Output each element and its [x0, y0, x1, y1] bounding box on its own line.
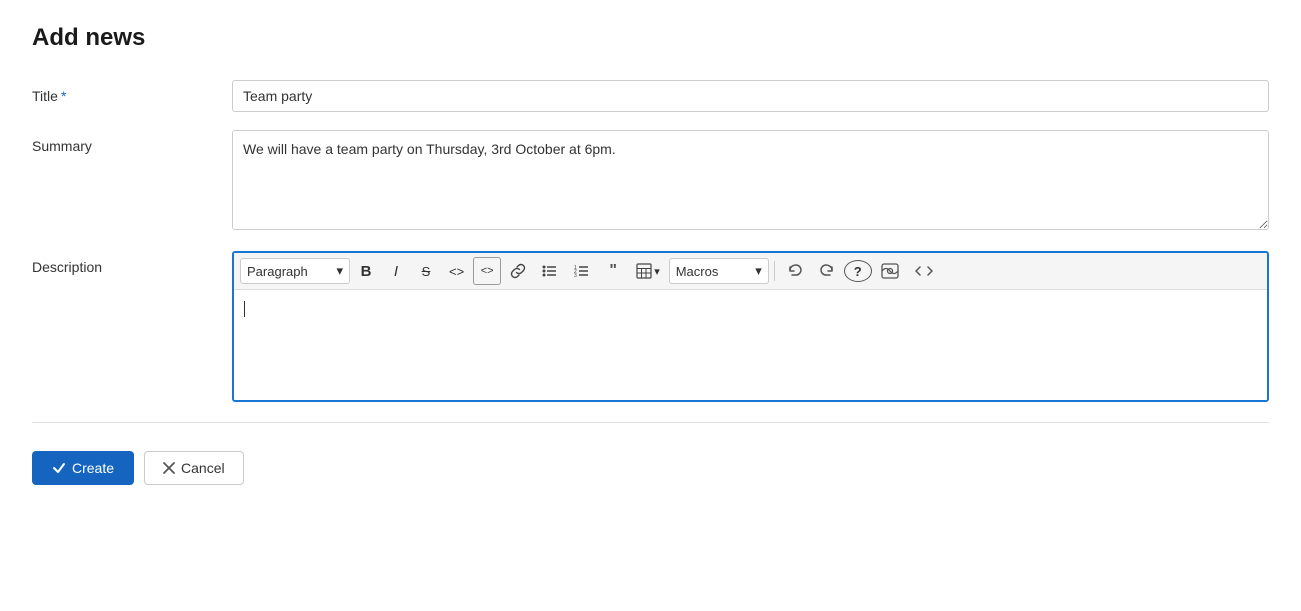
title-label: Title*: [32, 80, 232, 104]
create-button[interactable]: Create: [32, 451, 134, 485]
checkmark-icon: [52, 461, 66, 475]
close-icon: [163, 462, 175, 474]
undo-button[interactable]: [780, 257, 810, 285]
redo-icon: [819, 263, 835, 279]
table-icon: [636, 263, 652, 279]
page-title: Add news: [32, 24, 1269, 52]
blockquote-button[interactable]: ": [599, 257, 627, 285]
strikethrough-button[interactable]: S: [412, 257, 440, 285]
description-field: Paragraph ▾ B I S <> <>: [232, 251, 1269, 402]
source-icon: [915, 263, 933, 279]
numbered-list-button[interactable]: 1 2 3: [567, 257, 597, 285]
source-button[interactable]: [908, 257, 940, 285]
summary-textarea[interactable]: We will have a team party on Thursday, 3…: [232, 130, 1269, 230]
summary-label: Summary: [32, 130, 232, 154]
code-block-button[interactable]: <>: [473, 257, 501, 285]
bold-button[interactable]: B: [352, 257, 380, 285]
chevron-down-icon: ▾: [336, 263, 343, 279]
table-button[interactable]: ▾: [629, 257, 667, 285]
paragraph-select[interactable]: Paragraph ▾: [240, 258, 350, 284]
editor-toolbar: Paragraph ▾ B I S <> <>: [234, 253, 1267, 290]
toolbar-divider: [774, 261, 775, 281]
bullet-list-icon: [542, 263, 558, 279]
bullet-list-button[interactable]: [535, 257, 565, 285]
actions-row: Create Cancel: [32, 443, 1269, 485]
numbered-list-icon: 1 2 3: [574, 263, 590, 279]
link-button[interactable]: [503, 257, 533, 285]
undo-icon: [787, 263, 803, 279]
required-indicator: *: [61, 88, 66, 104]
redo-button[interactable]: [812, 257, 842, 285]
italic-button[interactable]: I: [382, 257, 410, 285]
title-input[interactable]: [232, 80, 1269, 112]
macros-select[interactable]: Macros ▾: [669, 258, 769, 284]
preview-icon: [881, 263, 899, 279]
inline-code-button[interactable]: <>: [442, 257, 471, 285]
title-row: Title*: [32, 80, 1269, 112]
description-editor[interactable]: [234, 290, 1267, 400]
cursor: [244, 301, 245, 317]
description-label: Description: [32, 251, 232, 275]
form-divider: [32, 422, 1269, 423]
title-field: [232, 80, 1269, 112]
macros-chevron-icon: ▾: [755, 263, 762, 279]
link-icon: [510, 263, 526, 279]
help-button[interactable]: ?: [844, 260, 872, 282]
svg-text:3: 3: [574, 273, 577, 279]
preview-button[interactable]: [874, 257, 906, 285]
summary-row: Summary We will have a team party on Thu…: [32, 130, 1269, 233]
summary-field: We will have a team party on Thursday, 3…: [232, 130, 1269, 233]
cancel-button[interactable]: Cancel: [144, 451, 244, 485]
description-row: Description Paragraph ▾ B I S: [32, 251, 1269, 402]
rich-editor: Paragraph ▾ B I S <> <>: [232, 251, 1269, 402]
